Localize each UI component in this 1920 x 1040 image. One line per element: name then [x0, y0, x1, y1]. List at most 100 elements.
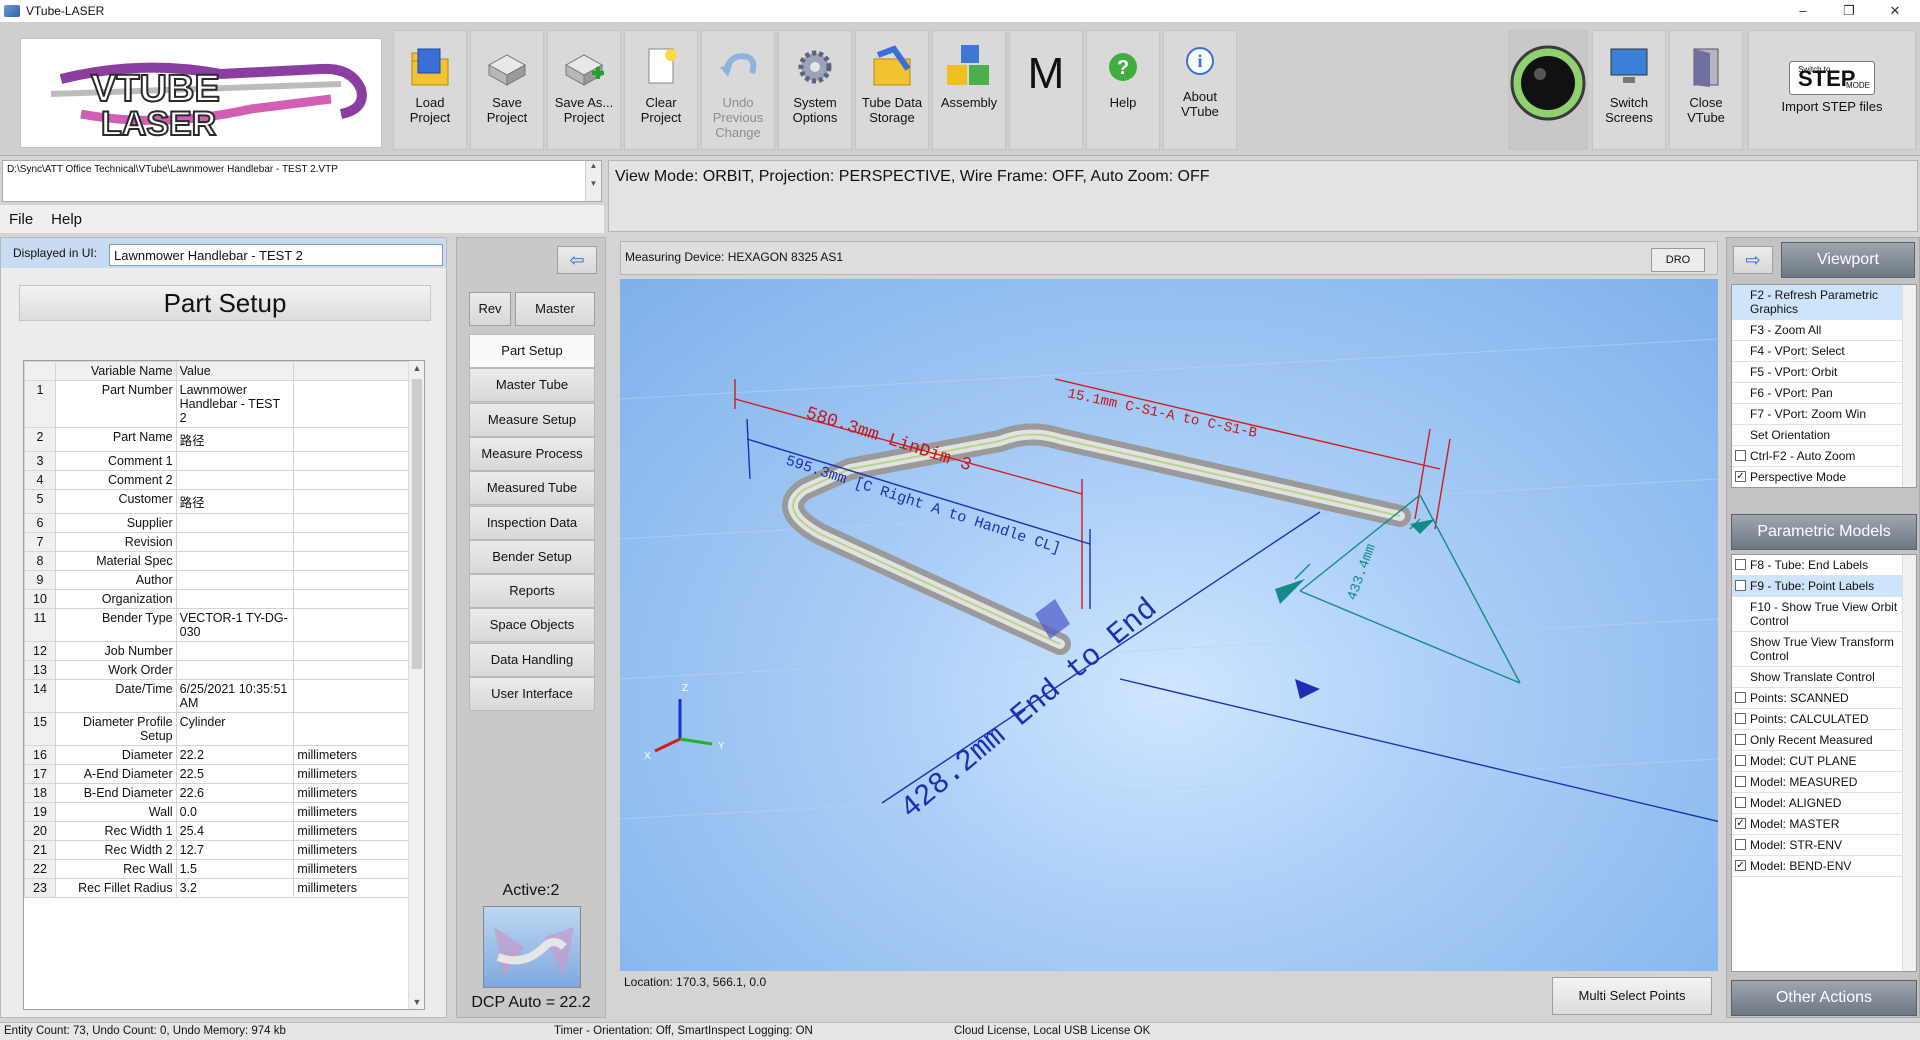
scroll-thumb[interactable] — [412, 379, 422, 669]
table-row[interactable]: 14 Date/Time 6/25/2021 10:35:51 AM — [24, 679, 410, 713]
menu-help[interactable]: Help — [42, 211, 91, 228]
table-row[interactable]: 22 Rec Wall 1.5 millimeters — [24, 859, 410, 879]
table-row[interactable]: 10 Organization — [24, 589, 410, 609]
scroll-up-arrow[interactable]: ▲ — [409, 363, 424, 373]
action-list-item[interactable]: Points: CALCULATED — [1732, 709, 1916, 730]
help-button[interactable]: ? Help — [1086, 30, 1160, 150]
grid-scrollbar[interactable]: ▲ ▼ — [408, 361, 424, 1009]
about-vtube-button[interactable]: i About VTube — [1163, 30, 1237, 150]
checkbox[interactable]: ✓ — [1735, 818, 1746, 829]
checkbox[interactable] — [1735, 450, 1746, 461]
checkbox[interactable] — [1735, 755, 1746, 766]
table-row[interactable]: 2 Part Name 路径 — [24, 427, 410, 452]
table-row[interactable]: 8 Material Spec — [24, 551, 410, 571]
action-list-item[interactable]: Model: MEASURED — [1732, 772, 1916, 793]
variable-value[interactable] — [175, 451, 295, 471]
checkbox[interactable]: ✓ — [1735, 471, 1746, 482]
switch-screens-button[interactable]: Switch Screens — [1592, 30, 1666, 150]
variable-value[interactable] — [175, 532, 295, 552]
variable-value[interactable]: Cylinder — [175, 712, 295, 746]
load-project-button[interactable]: Load Project — [393, 30, 467, 150]
nav-item[interactable]: Measure Process — [469, 436, 595, 471]
variable-value[interactable] — [175, 551, 295, 571]
action-list-item[interactable]: Only Recent Measured — [1732, 730, 1916, 751]
variable-value[interactable]: 1.5 — [175, 859, 295, 879]
variable-value[interactable]: 22.5 — [175, 764, 295, 784]
viewport-list-scrollbar[interactable] — [1902, 285, 1916, 487]
import-step-button[interactable]: Switch to STEP MODE Import STEP files — [1748, 30, 1916, 150]
variable-value[interactable] — [175, 589, 295, 609]
action-list-item[interactable]: F9 - Tube: Point Labels — [1732, 576, 1916, 597]
action-list-item[interactable]: ✓ Model: MASTER — [1732, 814, 1916, 835]
rev-button[interactable]: Rev — [469, 292, 511, 326]
nav-item[interactable]: Measure Setup — [469, 402, 595, 437]
nav-item[interactable]: Bender Setup — [469, 539, 595, 574]
dro-button[interactable]: DRO — [1651, 248, 1705, 272]
parametric-list-scrollbar[interactable] — [1902, 555, 1916, 971]
master-button[interactable]: Master — [515, 292, 595, 326]
variable-value[interactable]: 22.2 — [175, 745, 295, 765]
table-row[interactable]: 3 Comment 1 — [24, 451, 410, 471]
collapse-arrow-button[interactable]: ⇦ — [557, 246, 597, 274]
other-actions-header[interactable]: Other Actions — [1731, 980, 1917, 1016]
checkbox[interactable] — [1735, 776, 1746, 787]
action-list-item[interactable]: Model: CUT PLANE — [1732, 751, 1916, 772]
nav-item[interactable]: Inspection Data — [469, 505, 595, 540]
nav-item[interactable]: Measured Tube — [469, 471, 595, 506]
table-row[interactable]: 18 B-End Diameter 22.6 millimeters — [24, 783, 410, 803]
action-list-item[interactable]: ✓ Model: BEND-ENV — [1732, 856, 1916, 877]
variable-value[interactable]: 25.4 — [175, 821, 295, 841]
nav-item[interactable]: Space Objects — [469, 608, 595, 643]
save-project-button[interactable]: Save Project — [470, 30, 544, 150]
checkbox[interactable] — [1735, 692, 1746, 703]
variable-value[interactable]: VECTOR-1 TY-DG-030 — [175, 608, 295, 642]
close-vtube-button[interactable]: Close VTube — [1669, 30, 1743, 150]
checkbox[interactable]: ✓ — [1735, 860, 1746, 871]
camera-button[interactable] — [1508, 30, 1588, 150]
checkbox[interactable] — [1735, 797, 1746, 808]
variable-value[interactable] — [175, 570, 295, 590]
action-list-item[interactable]: F5 - VPort: Orbit — [1732, 362, 1916, 383]
variable-value[interactable]: 0.0 — [175, 802, 295, 822]
variable-value[interactable] — [175, 660, 295, 680]
table-row[interactable]: 15 Diameter Profile Setup Cylinder — [24, 712, 410, 746]
action-list-item[interactable]: Ctrl-F2 - Auto Zoom — [1732, 446, 1916, 467]
nav-item[interactable]: User Interface — [469, 677, 595, 711]
action-list-item[interactable]: F7 - VPort: Zoom Win — [1732, 404, 1916, 425]
action-list-item[interactable]: ✓ Perspective Mode — [1732, 467, 1916, 487]
variable-value[interactable]: 22.6 — [175, 783, 295, 803]
undo-button[interactable]: Undo Previous Change — [701, 30, 775, 150]
table-row[interactable]: 5 Customer 路径 — [24, 489, 410, 514]
table-row[interactable]: 6 Supplier — [24, 513, 410, 533]
variable-value[interactable]: 12.7 — [175, 840, 295, 860]
variable-value[interactable] — [175, 641, 295, 661]
restore-button[interactable]: ❐ — [1826, 0, 1872, 22]
checkbox[interactable] — [1735, 734, 1746, 745]
variable-value[interactable] — [175, 513, 295, 533]
table-row[interactable]: 20 Rec Width 1 25.4 millimeters — [24, 821, 410, 841]
action-list-item[interactable]: F10 - Show True View Orbit Control — [1732, 597, 1916, 632]
action-list-item[interactable]: Model: ALIGNED — [1732, 793, 1916, 814]
table-row[interactable]: 1 Part Number Lawnmower Handlebar - TEST 2 — [24, 380, 410, 428]
multi-select-points-button[interactable]: Multi Select Points — [1552, 977, 1712, 1015]
checkbox[interactable] — [1735, 839, 1746, 850]
displayed-in-ui-input[interactable]: Lawnmower Handlebar - TEST 2 — [109, 244, 443, 266]
nav-item[interactable]: Part Setup — [469, 334, 595, 368]
action-list-item[interactable]: F6 - VPort: Pan — [1732, 383, 1916, 404]
table-row[interactable]: 11 Bender Type VECTOR-1 TY-DG-030 — [24, 608, 410, 642]
assembly-button[interactable]: Assembly — [932, 30, 1006, 150]
table-row[interactable]: 12 Job Number — [24, 641, 410, 661]
checkbox[interactable] — [1735, 713, 1746, 724]
table-row[interactable]: 13 Work Order — [24, 660, 410, 680]
parametric-models-header[interactable]: Parametric Models — [1731, 514, 1917, 550]
nav-item[interactable]: Master Tube — [469, 368, 595, 403]
variable-value[interactable]: 3.2 — [175, 878, 295, 898]
table-row[interactable]: 9 Author — [24, 570, 410, 590]
save-as-project-button[interactable]: Save As... Project — [547, 30, 621, 150]
table-row[interactable]: 23 Rec Fillet Radius 3.2 millimeters — [24, 878, 410, 898]
action-list-item[interactable]: Points: SCANNED — [1732, 688, 1916, 709]
table-row[interactable]: 4 Comment 2 — [24, 470, 410, 490]
action-list-item[interactable]: Show True View Transform Control — [1732, 632, 1916, 667]
close-window-button[interactable]: ✕ — [1872, 0, 1918, 22]
action-list-item[interactable]: F8 - Tube: End Labels — [1732, 555, 1916, 576]
